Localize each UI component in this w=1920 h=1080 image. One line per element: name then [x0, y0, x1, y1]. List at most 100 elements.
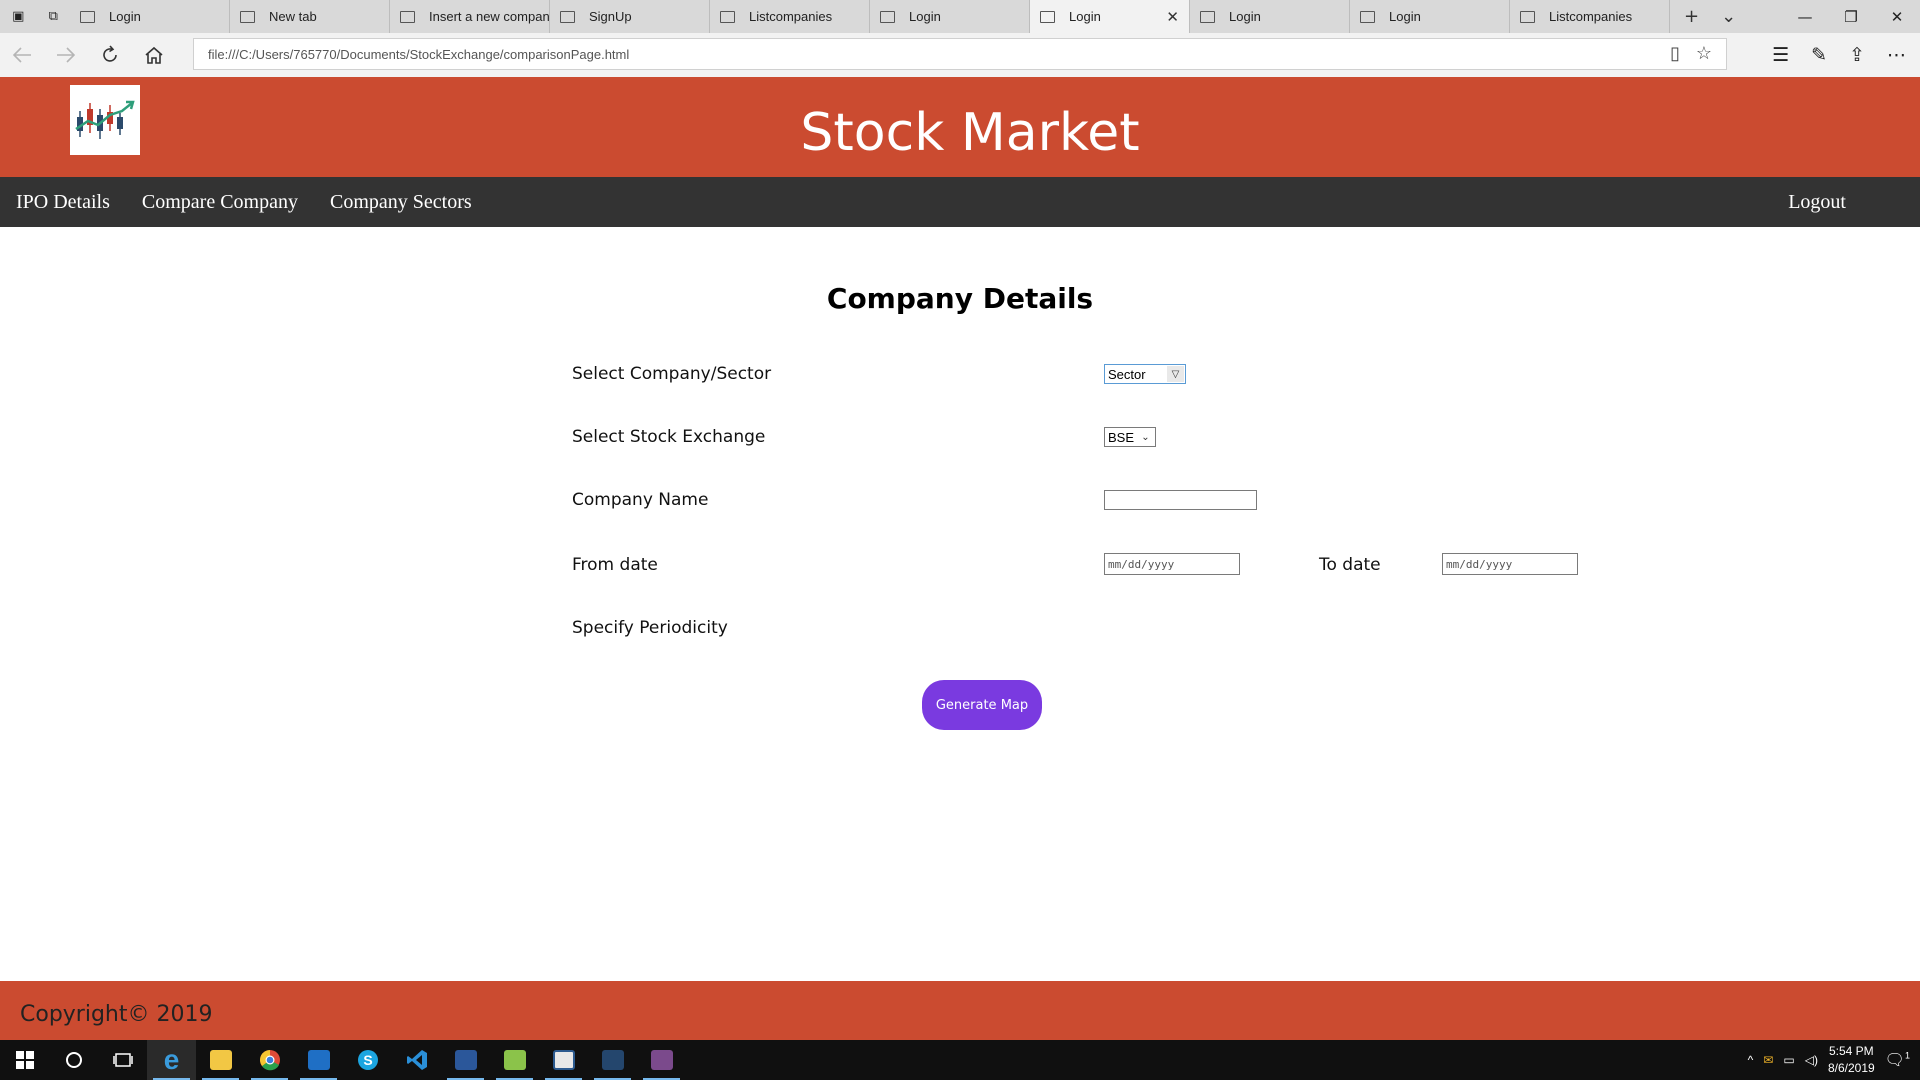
new-tab-icon[interactable]: +	[1684, 6, 1699, 27]
url-actions: ▯ ☆	[1670, 43, 1712, 64]
from-date-field[interactable]: mm/dd/yyyy	[1104, 553, 1240, 575]
windows-start-icon[interactable]	[0, 1040, 49, 1080]
close-tab-icon[interactable]: ✕	[1166, 8, 1179, 26]
app-window-icon[interactable]	[539, 1040, 588, 1080]
word-icon[interactable]	[441, 1040, 490, 1080]
svg-text:S: S	[363, 1052, 372, 1068]
nav-company-sectors[interactable]: Company Sectors	[314, 191, 488, 214]
page-icon	[720, 10, 735, 23]
page-icon	[80, 10, 95, 23]
company-sector-selected-value: Sector	[1108, 366, 1146, 382]
tab-label: Login	[1229, 9, 1261, 24]
url-field[interactable]: file:///C:/Users/765770/Documents/StockE…	[193, 38, 1727, 70]
main-navigation: IPO Details Compare Company Company Sect…	[0, 177, 1920, 227]
action-center-icon[interactable]: 🗨1	[1885, 1050, 1910, 1070]
tab-label: SignUp	[589, 9, 632, 24]
cortana-search-icon[interactable]	[49, 1040, 98, 1080]
game-app-icon[interactable]	[637, 1040, 686, 1080]
site-header: Stock Market	[0, 77, 1920, 177]
skype-icon[interactable]: S	[343, 1040, 392, 1080]
browser-tab-strip: ▣ ⧉ Login New tab Insert a new compan Si…	[0, 0, 1920, 33]
more-options-icon[interactable]: ⋯	[1887, 44, 1906, 66]
to-date-label: To date	[1319, 555, 1381, 575]
mail-tray-icon[interactable]: ✉	[1763, 1053, 1773, 1067]
browser-tab[interactable]: Insert a new compan	[390, 0, 550, 33]
company-sector-select[interactable]: Sector ▽	[1104, 364, 1186, 384]
tab-label: New tab	[269, 9, 317, 24]
browser-tab[interactable]: Login	[70, 0, 230, 33]
clock-date: 8/6/2019	[1827, 1061, 1875, 1075]
window-controls: — ❐ ✕	[1782, 0, 1920, 33]
forward-arrow-icon[interactable]	[44, 33, 88, 77]
favorite-star-icon[interactable]: ☆	[1696, 43, 1712, 64]
chevron-down-icon: ▽	[1167, 366, 1184, 382]
window-close-icon[interactable]: ✕	[1874, 0, 1920, 33]
to-date-field[interactable]: mm/dd/yyyy	[1442, 553, 1578, 575]
tab-actions: + ⌄	[1670, 0, 1736, 33]
url-text: file:///C:/Users/765770/Documents/StockE…	[208, 46, 630, 62]
notepad-plus-plus-icon[interactable]	[490, 1040, 539, 1080]
show-hidden-icons-chevron-icon[interactable]: ^	[1748, 1053, 1754, 1067]
tab-label: Login	[1389, 9, 1421, 24]
browser-tab[interactable]: New tab	[230, 0, 390, 33]
page-title: Company Details	[826, 282, 1094, 315]
site-title: Stock Market	[800, 103, 1140, 163]
page-icon	[880, 10, 895, 23]
minimize-icon[interactable]: —	[1782, 0, 1828, 33]
nav-compare-company[interactable]: Compare Company	[126, 191, 314, 214]
home-icon[interactable]	[132, 33, 176, 77]
browser-tab[interactable]: SignUp	[550, 0, 710, 33]
to-date-placeholder: mm/dd/yyyy	[1446, 557, 1513, 571]
tab-set-aside-icon[interactable]: ▣	[12, 9, 24, 24]
tab-preview-icon[interactable]: ⧉	[49, 9, 58, 24]
volume-icon[interactable]: ◁)	[1805, 1053, 1818, 1067]
share-icon[interactable]: ⇪	[1849, 44, 1865, 66]
edge-browser-icon[interactable]: e	[147, 1040, 196, 1080]
chrome-icon[interactable]	[245, 1040, 294, 1080]
favorites-hub-icon[interactable]: ☰	[1772, 44, 1789, 66]
stock-exchange-select[interactable]: BSE ⌄	[1104, 427, 1156, 447]
periodicity-label: Specify Periodicity	[572, 618, 728, 638]
network-icon[interactable]: ▭	[1783, 1053, 1794, 1067]
tab-label: Insert a new compan	[429, 9, 550, 24]
refresh-icon[interactable]	[88, 33, 132, 77]
browser-tab[interactable]: Listcompanies	[710, 0, 870, 33]
browser-toolbar: ☰ ✎ ⇪ ⋯	[1772, 33, 1906, 77]
page-icon	[400, 10, 415, 23]
clock[interactable]: 5:54 PM 8/6/2019	[1828, 1043, 1875, 1077]
tab-label: Listcompanies	[1549, 9, 1633, 24]
reading-view-icon[interactable]: ▯	[1670, 43, 1680, 64]
browser-tab[interactable]: Listcompanies	[1510, 0, 1670, 33]
chevron-down-icon: ⌄	[1141, 431, 1150, 443]
sql-tool-icon[interactable]	[588, 1040, 637, 1080]
company-name-label: Company Name	[572, 490, 709, 510]
generate-map-button[interactable]: Generate Map	[922, 680, 1042, 730]
outlook-icon[interactable]	[294, 1040, 343, 1080]
from-date-placeholder: mm/dd/yyyy	[1108, 557, 1175, 571]
clock-time: 5:54 PM	[1828, 1044, 1874, 1058]
stock-exchange-selected-value: BSE	[1108, 429, 1135, 445]
site-footer: Copyright© 2019	[0, 981, 1920, 1040]
browser-tab-active[interactable]: Login ✕	[1030, 0, 1190, 33]
back-arrow-icon[interactable]	[0, 33, 44, 77]
new-tab-page-icon	[240, 10, 255, 23]
tab-list-chevron-icon[interactable]: ⌄	[1721, 6, 1736, 27]
page-icon	[1200, 10, 1215, 23]
copyright-text: Copyright© 2019	[20, 1002, 213, 1027]
browser-tab[interactable]: Login	[1350, 0, 1510, 33]
file-explorer-icon[interactable]	[196, 1040, 245, 1080]
web-note-pen-icon[interactable]: ✎	[1811, 44, 1827, 66]
company-name-field[interactable]	[1104, 490, 1257, 510]
page-icon	[1520, 10, 1535, 23]
restore-icon[interactable]: ❐	[1828, 0, 1874, 33]
stock-exchange-label: Select Stock Exchange	[572, 427, 766, 447]
browser-tab[interactable]: Login	[1190, 0, 1350, 33]
nav-logout[interactable]: Logout	[1772, 191, 1862, 214]
nav-ipo-details[interactable]: IPO Details	[0, 191, 126, 214]
tab-label: Listcompanies	[749, 9, 833, 24]
vscode-icon[interactable]	[392, 1040, 441, 1080]
notification-count-badge: 1	[1904, 1050, 1910, 1061]
browser-tab[interactable]: Login	[870, 0, 1030, 33]
from-date-label: From date	[572, 555, 658, 575]
task-view-icon[interactable]	[98, 1040, 147, 1080]
